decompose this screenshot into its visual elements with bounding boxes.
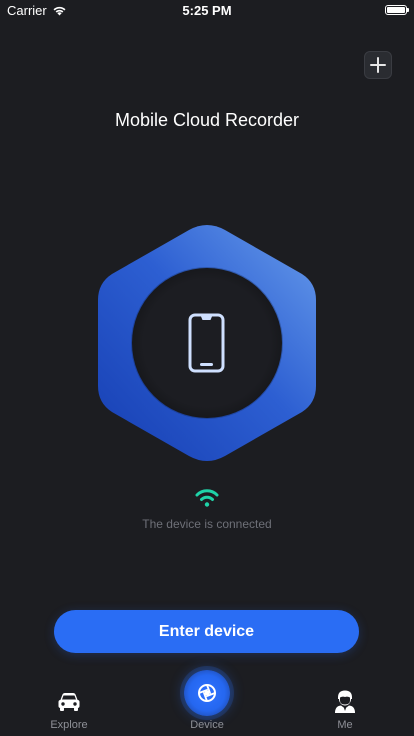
page-title: Mobile Cloud Recorder xyxy=(114,110,300,130)
tab-explore[interactable]: Explore xyxy=(19,680,119,736)
tab-device-label: Device xyxy=(190,719,224,731)
connection-status-text: The device is connected xyxy=(142,517,272,531)
tab-me[interactable]: Me xyxy=(295,680,395,736)
tab-me-label: Me xyxy=(337,719,353,731)
plus-icon xyxy=(370,57,386,73)
aperture-icon xyxy=(198,684,216,702)
add-device-button[interactable] xyxy=(364,51,392,79)
enter-device-button[interactable]: Enter device xyxy=(54,610,359,653)
tab-explore-label: Explore xyxy=(50,719,88,731)
tab-device[interactable]: Device xyxy=(157,670,257,736)
status-bar: Carrier 5:25 PM xyxy=(0,0,414,22)
battery-icon xyxy=(385,5,409,15)
car-icon xyxy=(58,693,80,711)
device-hexagon-graphic xyxy=(98,225,316,461)
status-time: 5:25 PM xyxy=(182,3,232,18)
wifi-icon xyxy=(195,489,219,507)
tab-bar: Explore Device Me xyxy=(0,670,414,736)
device-tab-button[interactable] xyxy=(184,670,230,716)
user-icon xyxy=(335,690,355,713)
device-screen: Carrier 5:25 PM Mobile Cloud Recorder Th… xyxy=(0,0,414,736)
